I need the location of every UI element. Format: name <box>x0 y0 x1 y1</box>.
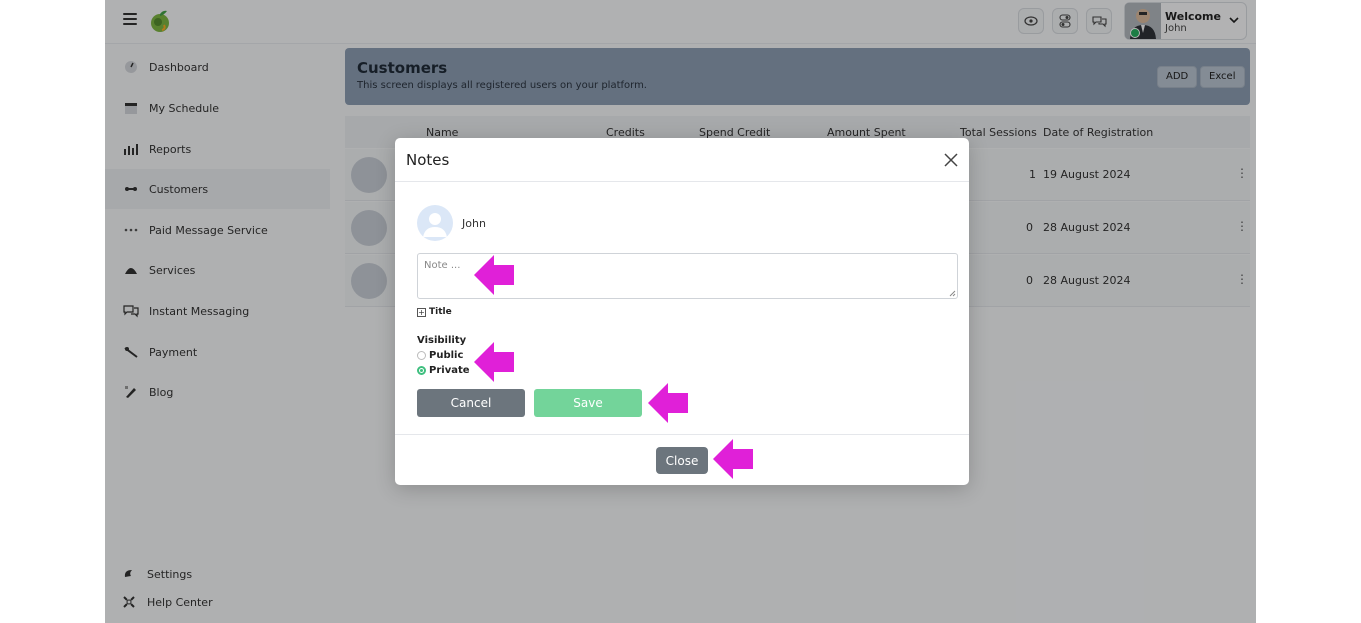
annotation-arrow-icon <box>713 439 753 479</box>
modal-footer: Close <box>395 434 969 485</box>
annotation-arrow-icon <box>648 383 688 423</box>
modal-title: Notes <box>406 151 450 169</box>
add-title-toggle[interactable]: + Title <box>417 307 452 317</box>
notes-modal: Notes John + Title Visibility Public Pri… <box>395 138 969 485</box>
radio-button[interactable] <box>417 366 426 375</box>
close-icon[interactable] <box>943 152 959 168</box>
radio-public[interactable]: Public <box>417 350 463 361</box>
radio-label: Public <box>429 350 464 361</box>
radio-private[interactable]: Private <box>417 365 470 376</box>
annotation-arrow-icon <box>474 342 514 382</box>
radio-label: Private <box>429 365 470 376</box>
avatar <box>417 205 453 241</box>
save-button[interactable]: Save <box>534 389 642 417</box>
note-user-name: John <box>462 217 486 230</box>
cancel-button[interactable]: Cancel <box>417 389 525 417</box>
resize-handle-icon[interactable] <box>949 290 956 297</box>
modal-header: Notes <box>395 138 969 182</box>
radio-button[interactable] <box>417 351 426 360</box>
title-toggle-label: Title <box>429 307 452 317</box>
annotation-arrow-icon <box>474 255 514 295</box>
close-button[interactable]: Close <box>656 447 708 474</box>
plus-icon: + <box>417 307 426 317</box>
visibility-label: Visibility <box>417 335 467 346</box>
